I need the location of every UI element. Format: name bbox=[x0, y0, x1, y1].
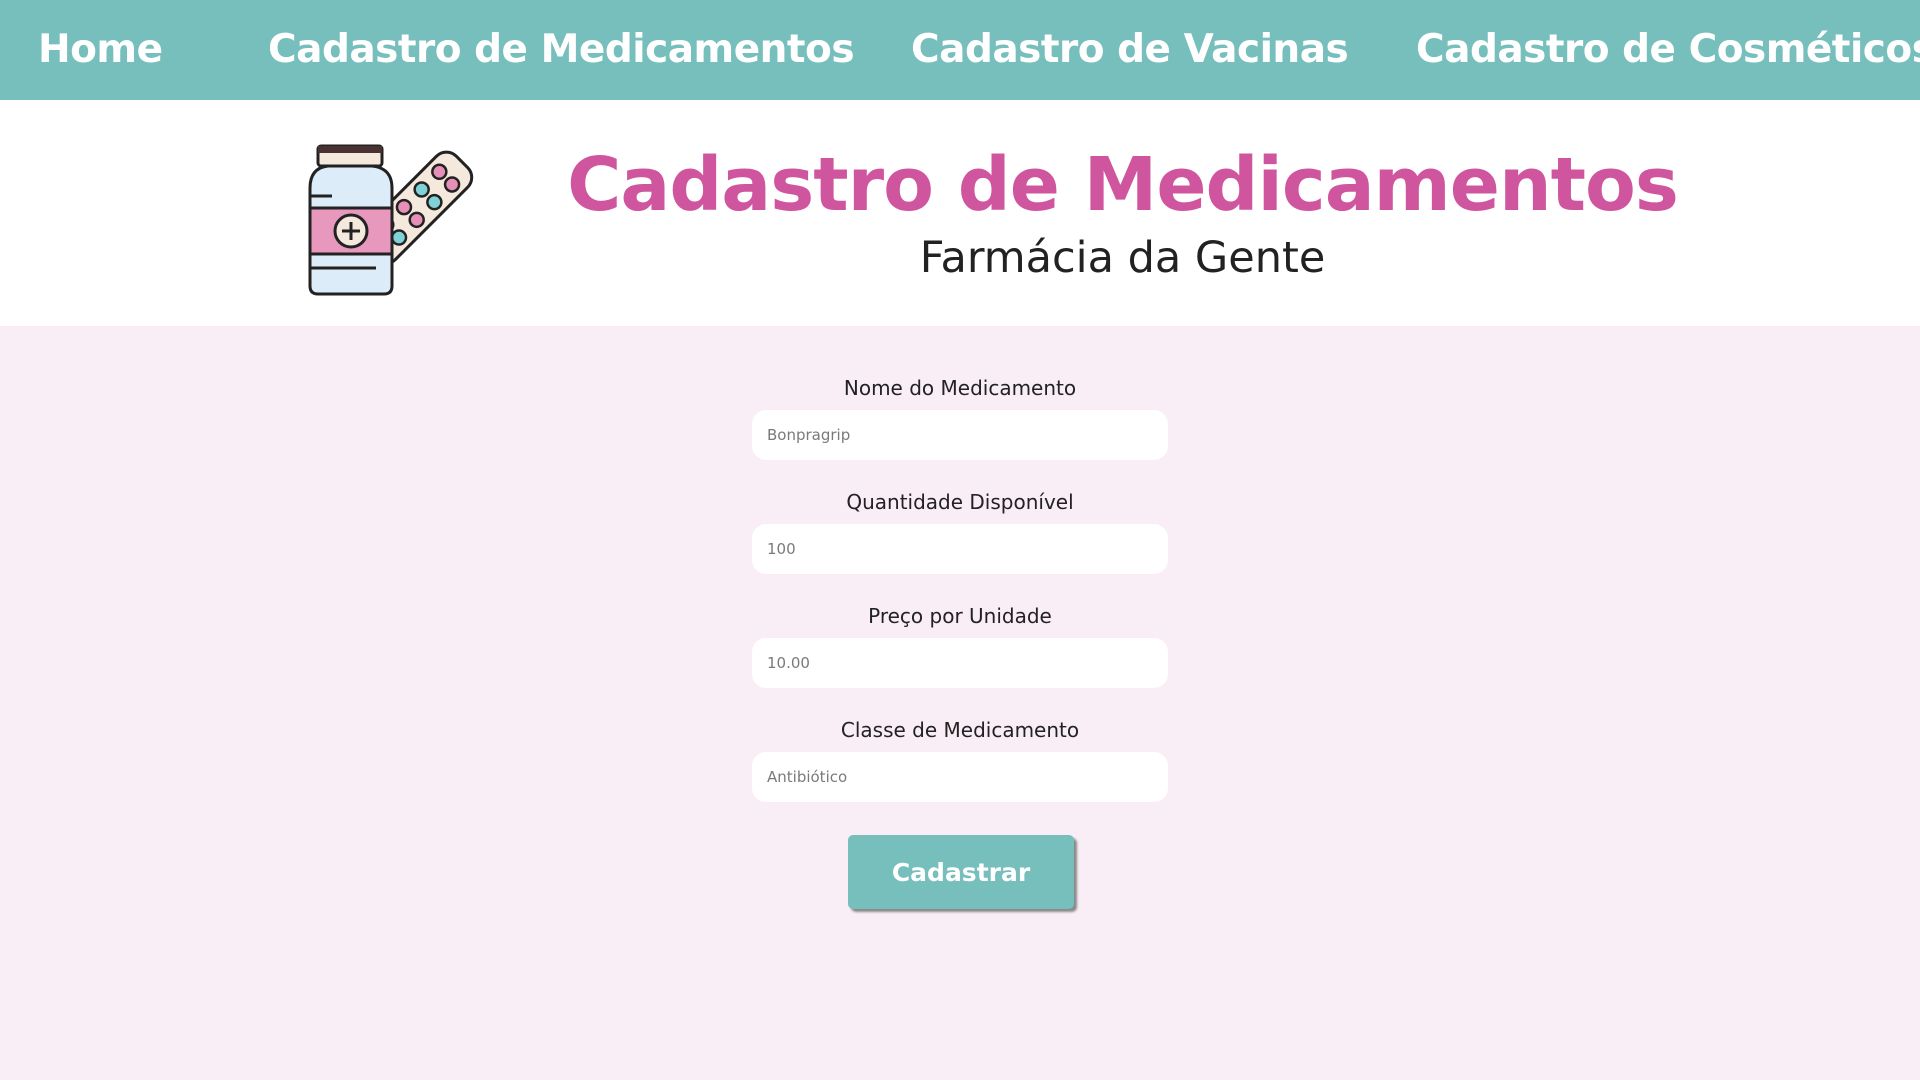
page-title: Cadastro de Medicamentos bbox=[567, 142, 1679, 228]
medicine-bottle-and-pills-icon bbox=[308, 144, 474, 296]
field-label: Quantidade Disponível bbox=[846, 490, 1074, 514]
medication-registration-form: Nome do Medicamento Quantidade Disponíve… bbox=[752, 370, 1168, 826]
top-navigation: Home Cadastro de Medicamentos Cadastro d… bbox=[0, 0, 1920, 100]
nome-medicamento-input[interactable] bbox=[752, 410, 1168, 460]
field-nome-medicamento: Nome do Medicamento bbox=[752, 370, 1168, 484]
field-label: Nome do Medicamento bbox=[843, 376, 1077, 400]
nav-link-cadastro-medicamentos[interactable]: Cadastro de Medicamentos bbox=[268, 0, 855, 100]
page-header: Cadastro de Medicamentos Farmácia da Gen… bbox=[0, 100, 1920, 326]
nav-link-cadastro-cosmeticos[interactable]: Cadastro de Cosméticos bbox=[1416, 0, 1920, 100]
preco-por-unidade-input[interactable] bbox=[752, 638, 1168, 688]
quantidade-disponivel-input[interactable] bbox=[752, 524, 1168, 574]
field-classe-medicamento: Classe de Medicamento bbox=[752, 712, 1168, 826]
cadastrar-button[interactable]: Cadastrar bbox=[848, 835, 1074, 909]
nav-link-home[interactable]: Home bbox=[38, 0, 163, 100]
classe-medicamento-input[interactable] bbox=[752, 752, 1168, 802]
page-subtitle: Farmácia da Gente bbox=[919, 233, 1326, 283]
field-label: Preço por Unidade bbox=[868, 604, 1052, 628]
field-preco-por-unidade: Preço por Unidade bbox=[752, 598, 1168, 712]
field-label: Classe de Medicamento bbox=[840, 718, 1080, 742]
nav-link-cadastro-vacinas[interactable]: Cadastro de Vacinas bbox=[911, 0, 1349, 100]
field-quantidade-disponivel: Quantidade Disponível bbox=[752, 484, 1168, 598]
